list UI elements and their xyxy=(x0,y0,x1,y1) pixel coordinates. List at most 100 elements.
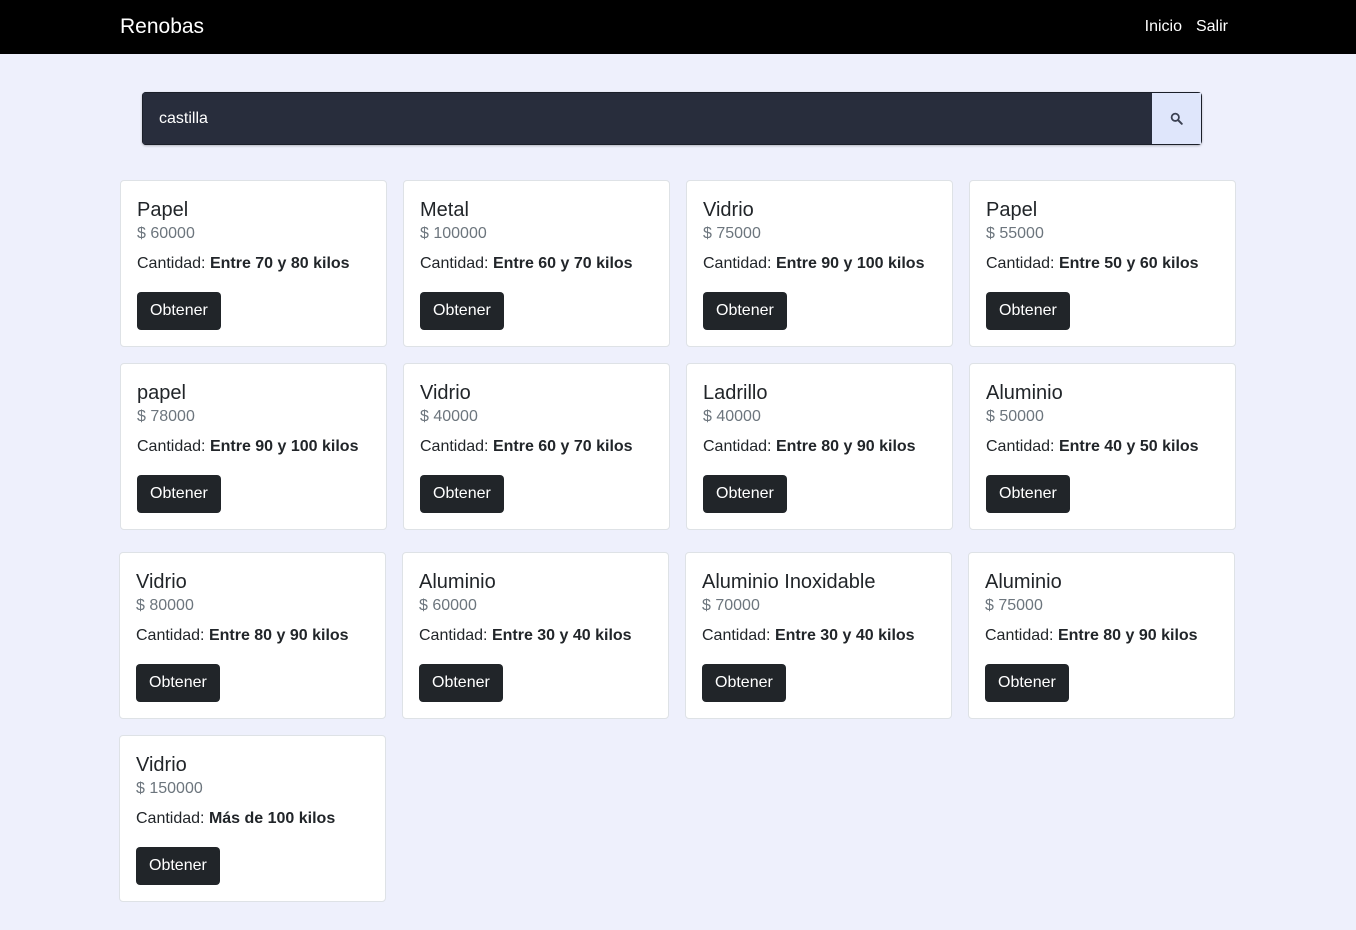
brand-logo[interactable]: Renobas xyxy=(120,14,204,40)
quantity-label: Cantidad: xyxy=(985,627,1058,644)
quantity-label: Cantidad: xyxy=(137,255,210,272)
card-price: $ 50000 xyxy=(986,408,1044,425)
quantity-value: Más de 100 kilos xyxy=(208,810,336,827)
product-card: Aluminio Inoxidable $ 70000 Cantidad: En… xyxy=(685,552,952,719)
quantity-value: Entre 50 y 60 kilos xyxy=(1058,255,1199,272)
quantity-value: Entre 60 y 70 kilos xyxy=(492,438,633,455)
search-button[interactable] xyxy=(1152,92,1202,145)
obtener-button[interactable]: Obtener xyxy=(703,292,787,330)
nav-link-salir[interactable]: Salir xyxy=(1196,17,1228,37)
card-title: Papel xyxy=(137,199,189,221)
card-title: Papel xyxy=(986,199,1038,221)
product-card: Papel $ 55000 Cantidad: Entre 50 y 60 ki… xyxy=(969,180,1236,347)
card-price: $ 40000 xyxy=(703,408,761,425)
card-price: $ 60000 xyxy=(137,225,195,242)
quantity-label: Cantidad: xyxy=(702,627,775,644)
obtener-button[interactable]: Obtener xyxy=(702,664,786,702)
product-card: Aluminio $ 50000 Cantidad: Entre 40 y 50… xyxy=(969,363,1236,530)
quantity-label: Cantidad: xyxy=(137,438,210,455)
card-quantity: Cantidad: Más de 100 kilos xyxy=(136,809,369,829)
card-price: $ 75000 xyxy=(985,597,1043,614)
product-card: Vidrio $ 80000 Cantidad: Entre 80 y 90 k… xyxy=(119,552,386,719)
card-quantity: Cantidad: Entre 80 y 90 kilos xyxy=(985,626,1218,646)
obtener-button[interactable]: Obtener xyxy=(137,475,221,513)
card-title: Vidrio xyxy=(136,571,187,593)
quantity-value: Entre 30 y 40 kilos xyxy=(491,627,632,644)
quantity-label: Cantidad: xyxy=(136,627,209,644)
quantity-value: Entre 80 y 90 kilos xyxy=(775,438,916,455)
card-title: Aluminio xyxy=(985,571,1062,593)
quantity-label: Cantidad: xyxy=(703,255,776,272)
product-card: Papel $ 60000 Cantidad: Entre 70 y 80 ki… xyxy=(120,180,387,347)
search-input[interactable] xyxy=(142,92,1152,145)
quantity-value: Entre 60 y 70 kilos xyxy=(492,255,633,272)
card-quantity: Cantidad: Entre 90 y 100 kilos xyxy=(703,254,936,274)
card-title: Vidrio xyxy=(136,754,187,776)
card-price: $ 100000 xyxy=(420,225,487,242)
product-card: Vidrio $ 150000 Cantidad: Más de 100 kil… xyxy=(119,735,386,902)
obtener-button[interactable]: Obtener xyxy=(985,664,1069,702)
product-card: Aluminio $ 75000 Cantidad: Entre 80 y 90… xyxy=(968,552,1235,719)
card-quantity: Cantidad: Entre 90 y 100 kilos xyxy=(137,437,370,457)
product-card: papel $ 78000 Cantidad: Entre 90 y 100 k… xyxy=(120,363,387,530)
card-quantity: Cantidad: Entre 40 y 50 kilos xyxy=(986,437,1219,457)
navbar: Renobas Inicio Salir xyxy=(0,0,1356,54)
card-quantity: Cantidad: Entre 60 y 70 kilos xyxy=(420,437,653,457)
card-price: $ 55000 xyxy=(986,225,1044,242)
nav-link-inicio[interactable]: Inicio xyxy=(1145,17,1182,37)
card-price: $ 78000 xyxy=(137,408,195,425)
quantity-label: Cantidad: xyxy=(136,810,209,827)
card-quantity: Cantidad: Entre 80 y 90 kilos xyxy=(136,626,369,646)
card-quantity: Cantidad: Entre 30 y 40 kilos xyxy=(702,626,935,646)
obtener-button[interactable]: Obtener xyxy=(986,475,1070,513)
card-title: papel xyxy=(137,382,186,404)
quantity-value: Entre 80 y 90 kilos xyxy=(1057,627,1198,644)
search-icon xyxy=(1170,112,1183,125)
quantity-value: Entre 40 y 50 kilos xyxy=(1058,438,1199,455)
quantity-value: Entre 80 y 90 kilos xyxy=(208,627,349,644)
quantity-label: Cantidad: xyxy=(419,627,492,644)
quantity-label: Cantidad: xyxy=(986,438,1059,455)
obtener-button[interactable]: Obtener xyxy=(136,664,220,702)
obtener-button[interactable]: Obtener xyxy=(419,664,503,702)
quantity-label: Cantidad: xyxy=(420,438,493,455)
quantity-value: Entre 70 y 80 kilos xyxy=(209,255,350,272)
product-card: Vidrio $ 75000 Cantidad: Entre 90 y 100 … xyxy=(686,180,953,347)
card-title: Ladrillo xyxy=(703,382,768,404)
product-card: Metal $ 100000 Cantidad: Entre 60 y 70 k… xyxy=(403,180,670,347)
obtener-button[interactable]: Obtener xyxy=(420,475,504,513)
quantity-value: Entre 90 y 100 kilos xyxy=(209,438,359,455)
product-card: Ladrillo $ 40000 Cantidad: Entre 80 y 90… xyxy=(686,363,953,530)
card-title: Metal xyxy=(420,199,469,221)
obtener-button[interactable]: Obtener xyxy=(986,292,1070,330)
search-bar xyxy=(142,92,1202,145)
card-title: Aluminio xyxy=(419,571,496,593)
card-quantity: Cantidad: Entre 60 y 70 kilos xyxy=(420,254,653,274)
card-price: $ 70000 xyxy=(702,597,760,614)
quantity-label: Cantidad: xyxy=(986,255,1059,272)
quantity-value: Entre 90 y 100 kilos xyxy=(775,255,925,272)
card-title: Vidrio xyxy=(420,382,471,404)
card-price: $ 40000 xyxy=(420,408,478,425)
obtener-button[interactable]: Obtener xyxy=(703,475,787,513)
card-title: Vidrio xyxy=(703,199,754,221)
card-title: Aluminio xyxy=(986,382,1063,404)
obtener-button[interactable]: Obtener xyxy=(420,292,504,330)
obtener-button[interactable]: Obtener xyxy=(137,292,221,330)
obtener-button[interactable]: Obtener xyxy=(136,847,220,885)
quantity-label: Cantidad: xyxy=(420,255,493,272)
nav-links: Inicio Salir xyxy=(1145,17,1228,37)
card-price: $ 60000 xyxy=(419,597,477,614)
card-quantity: Cantidad: Entre 30 y 40 kilos xyxy=(419,626,652,646)
card-price: $ 80000 xyxy=(136,597,194,614)
card-quantity: Cantidad: Entre 80 y 90 kilos xyxy=(703,437,936,457)
product-card: Vidrio $ 40000 Cantidad: Entre 60 y 70 k… xyxy=(403,363,670,530)
product-card: Aluminio $ 60000 Cantidad: Entre 30 y 40… xyxy=(402,552,669,719)
quantity-label: Cantidad: xyxy=(703,438,776,455)
card-title: Aluminio Inoxidable xyxy=(702,571,876,593)
card-quantity: Cantidad: Entre 50 y 60 kilos xyxy=(986,254,1219,274)
card-quantity: Cantidad: Entre 70 y 80 kilos xyxy=(137,254,370,274)
card-price: $ 150000 xyxy=(136,780,203,797)
card-price: $ 75000 xyxy=(703,225,761,242)
quantity-value: Entre 30 y 40 kilos xyxy=(774,627,915,644)
